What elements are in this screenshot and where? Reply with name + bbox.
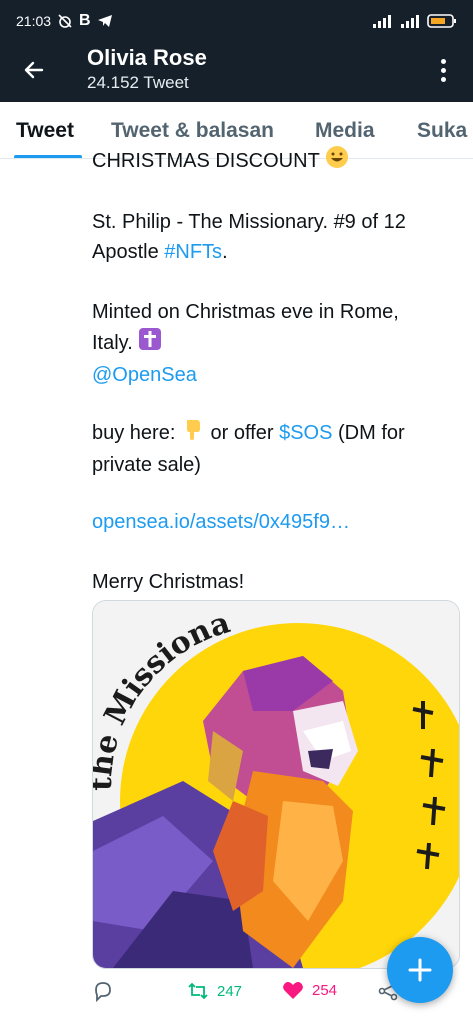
pointing-down-emoji-icon <box>181 417 205 450</box>
alarm-off-icon <box>57 13 73 29</box>
tweet-text-line: Italy. <box>92 327 399 360</box>
tweet-text-line: private sale) <box>92 454 201 476</box>
tweet-text-line: CHRISTMAS DISCOUNT <box>92 145 349 178</box>
tweet-paragraph-2: Minted on Christmas eve in Rome, Italy. … <box>92 297 399 390</box>
telegram-icon <box>97 14 113 28</box>
profile-header: Olivia Rose 24.152 Tweet <box>0 42 473 102</box>
tweet-text-line: Minted on Christmas eve in Rome, <box>92 301 399 323</box>
tweet-count: 24.152 Tweet <box>87 73 189 92</box>
like-button[interactable]: 254 <box>282 980 337 1000</box>
missionary-artwork: the Missionary <box>93 601 459 968</box>
tab-likes[interactable]: Suka <box>417 119 467 143</box>
tweet-text-fragment: or offer <box>210 421 280 444</box>
tweet-text-fragment: (DM for <box>332 421 405 444</box>
tweet-text-line: St. Philip - The Missionary. #9 of 12 <box>92 211 406 233</box>
tweet-text-fragment: Apostle <box>92 241 165 263</box>
tweet-text-line: Apostle #NFTs. <box>92 237 406 267</box>
more-dot-icon <box>440 58 446 64</box>
profile-name: Olivia Rose <box>87 45 207 70</box>
tweet-text-line: @OpenSea <box>92 360 399 390</box>
signal-icon <box>399 14 421 28</box>
tweet-paragraph-4: opensea.io/assets/0x495f9… <box>92 507 350 537</box>
compose-tweet-button[interactable] <box>387 937 453 1003</box>
arrow-left-icon <box>24 61 44 79</box>
status-time: 21:03 <box>16 13 52 29</box>
tab-tweet-replies[interactable]: Tweet & balasan <box>111 119 274 143</box>
grinning-emoji-icon <box>325 145 349 178</box>
tweet-text-fragment: . <box>222 241 228 263</box>
b-icon: B <box>79 12 91 29</box>
tweet-text-cut: CHRISTMAS DISCOUNT <box>92 149 320 172</box>
heart-icon <box>283 982 303 999</box>
url-link[interactable]: opensea.io/assets/0x495f9… <box>92 507 350 537</box>
cashtag-link[interactable]: $SOS <box>279 422 332 444</box>
active-tab-indicator <box>14 155 82 158</box>
hashtag-link[interactable]: #NFTs <box>164 241 222 263</box>
tweet-text-fragment: buy here: <box>92 421 176 444</box>
tab-tweet[interactable]: Tweet <box>16 119 74 143</box>
tweet-paragraph-5: Merry Christmas! <box>92 567 244 597</box>
like-count: 254 <box>312 981 338 999</box>
mention-link[interactable]: @OpenSea <box>92 364 197 386</box>
plus-icon <box>408 958 432 982</box>
header-title-block: Olivia Rose 24.152 Tweet <box>87 44 207 94</box>
back-button[interactable] <box>16 52 52 88</box>
tweet-paragraph-3: buy here: or offer $SOS (DM for private … <box>92 417 405 480</box>
tab-media[interactable]: Media <box>315 119 375 143</box>
battery-icon <box>427 13 457 29</box>
more-dot-icon <box>440 67 446 73</box>
retweet-count: 247 <box>217 982 243 1000</box>
tweet-text-line: Merry Christmas! <box>92 571 245 593</box>
tweet-media-image[interactable]: the Missionary <box>92 600 460 969</box>
more-options-button[interactable] <box>431 54 455 86</box>
tweet-paragraph-1: St. Philip - The Missionary. #9 of 12 Ap… <box>92 207 406 267</box>
reply-icon <box>95 982 111 1002</box>
signal-icon <box>371 14 393 28</box>
retweet-icon <box>188 982 208 1000</box>
latin-cross-emoji-icon <box>138 327 162 360</box>
retweet-button[interactable]: 247 <box>187 980 242 1002</box>
reply-button[interactable] <box>92 980 114 1002</box>
status-bar: 21:03 B <box>0 0 473 42</box>
more-dot-icon <box>440 76 446 82</box>
tweet-text-fragment: Italy. <box>92 331 133 354</box>
tweet-text-line: buy here: or offer $SOS (DM for <box>92 417 405 450</box>
